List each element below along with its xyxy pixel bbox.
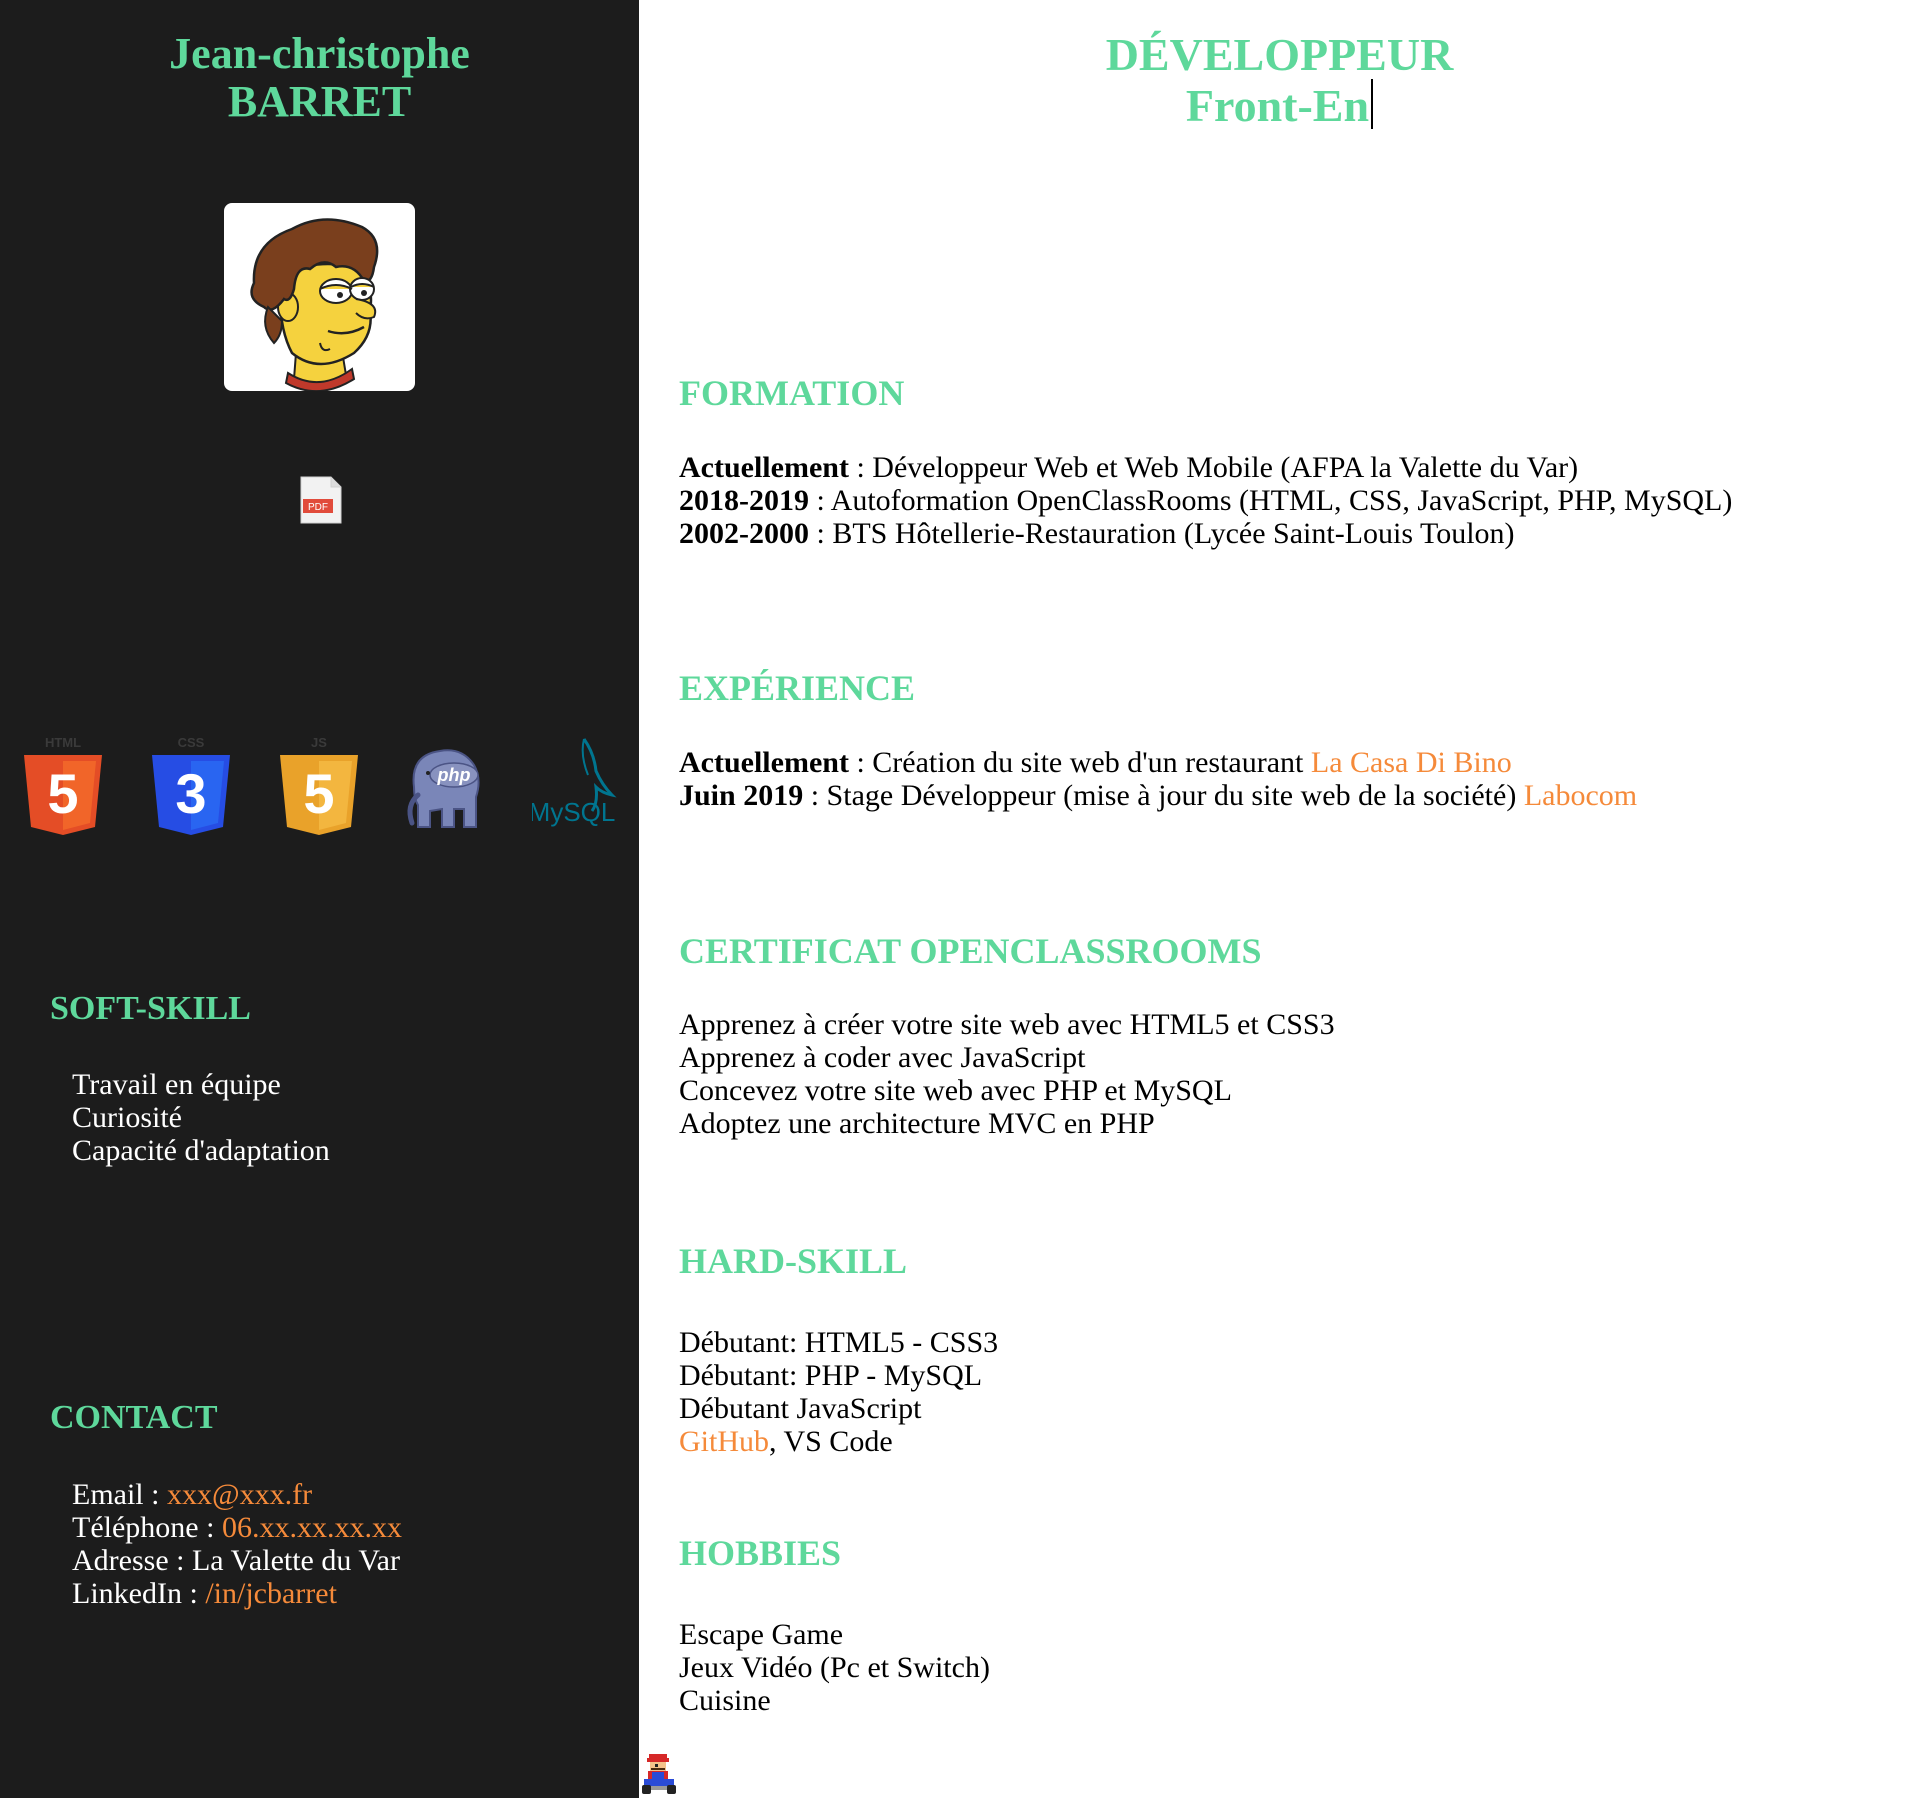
svg-text:5: 5 — [47, 762, 78, 825]
list-item: Adoptez une architecture MVC en PHP — [679, 1107, 1155, 1140]
item-term: Actuellement — [679, 746, 849, 779]
php-logo: php — [402, 735, 488, 835]
soft-skill-list: Travail en équipe Curiosité Capacité d'a… — [72, 1068, 330, 1167]
email-label: Email : — [72, 1478, 167, 1511]
linkedin-label: LinkedIn : — [72, 1577, 206, 1610]
list-item: 2018-2019 : Autoformation OpenClassRooms… — [679, 484, 1732, 517]
sidebar: Jean-christophe BARRET PDF HTML 5 CSS 3 … — [0, 0, 639, 1798]
mario-kart-icon — [641, 1752, 677, 1796]
list-item: Jeux Vidéo (Pc et Switch) — [679, 1651, 990, 1684]
list-item: Escape Game — [679, 1618, 844, 1651]
list-item: Capacité d'adaptation — [72, 1134, 330, 1167]
svg-text:php: php — [437, 765, 471, 785]
hobbies-list: Escape Game Jeux Vidéo (Pc et Switch) Cu… — [679, 1618, 990, 1717]
svg-text:JS: JS — [311, 735, 327, 750]
list-item: Apprenez à créer votre site web avec HTM… — [679, 1008, 1335, 1041]
tech-logos: HTML 5 CSS 3 JS 5 php MySQL — [0, 735, 639, 835]
item-term: 2002-2000 — [679, 517, 809, 550]
svg-text:HTML: HTML — [45, 735, 81, 750]
tools-text: , VS Code — [769, 1425, 893, 1458]
hobbies-heading: HOBBIES — [679, 1533, 842, 1573]
list-item: Concevez votre site web avec PHP et MySQ… — [679, 1074, 1232, 1107]
job-title-line2: Front-En — [1185, 80, 1370, 131]
formation-list: Actuellement : Développeur Web et Web Mo… — [679, 451, 1732, 550]
html5-logo: HTML 5 — [20, 735, 106, 835]
casa-di-bino-link[interactable]: La Casa Di Bino — [1311, 746, 1512, 779]
list-item: GitHub, VS Code — [679, 1425, 998, 1458]
address-label: Adresse : — [72, 1544, 192, 1577]
phone-link[interactable]: 06.xx.xx.xx.xx — [222, 1511, 402, 1544]
hard-skill-heading: HARD-SKILL — [679, 1241, 908, 1281]
contact-address: Adresse : La Valette du Var — [72, 1544, 402, 1577]
person-name: Jean-christophe BARRET — [0, 30, 639, 126]
item-term: Juin 2019 — [679, 779, 804, 812]
item-text: : Création du site web d'un restaurant — [848, 746, 1311, 779]
contact-linkedin: LinkedIn : /in/jcbarret — [72, 1577, 402, 1610]
github-link[interactable]: GitHub — [679, 1425, 769, 1458]
svg-text:3: 3 — [175, 762, 206, 825]
job-title-line2-wrap: Front-En — [639, 79, 1920, 130]
first-name: Jean-christophe — [169, 29, 470, 78]
job-title: DÉVELOPPEUR Front-En — [639, 30, 1920, 130]
list-item: Apprenez à coder avec JavaScript — [679, 1041, 1086, 1074]
main-content: DÉVELOPPEUR Front-En FORMATION Actuellem… — [639, 0, 1920, 1798]
list-item: Curiosité — [72, 1101, 182, 1134]
cartoon-avatar-icon — [250, 218, 379, 391]
list-item: Juin 2019 : Stage Développeur (mise à jo… — [679, 779, 1637, 812]
list-item: Actuellement : Développeur Web et Web Mo… — [679, 451, 1732, 484]
address-value: La Valette du Var — [191, 1544, 400, 1577]
experience-list: Actuellement : Création du site web d'un… — [679, 746, 1637, 812]
item-term: 2018-2019 — [679, 484, 809, 517]
svg-text:PDF: PDF — [308, 502, 328, 513]
last-name: BARRET — [227, 77, 412, 126]
experience-heading: EXPÉRIENCE — [679, 668, 916, 708]
list-item: Cuisine — [679, 1684, 771, 1717]
certificat-heading: CERTIFICAT OPENCLASSROOMS — [679, 931, 1262, 971]
list-item: 2002-2000 : BTS Hôtellerie-Restauration … — [679, 517, 1732, 550]
hard-skill-list: Débutant: HTML5 - CSS3 Débutant: PHP - M… — [679, 1326, 998, 1458]
avatar — [224, 203, 415, 391]
email-link[interactable]: xxx@xxx.fr — [167, 1478, 312, 1511]
linkedin-link[interactable]: /in/jcbarret — [205, 1577, 337, 1610]
item-text: : Développeur Web et Web Mobile (AFPA la… — [848, 451, 1579, 484]
contact-email: Email : xxx@xxx.fr — [72, 1478, 402, 1511]
certificat-list: Apprenez à créer votre site web avec HTM… — [679, 1008, 1335, 1140]
list-item: Débutant: PHP - MySQL — [679, 1359, 983, 1392]
contact-heading: CONTACT — [50, 1399, 218, 1436]
list-item: Actuellement : Création du site web d'un… — [679, 746, 1637, 779]
contact-list: Email : xxx@xxx.fr Téléphone : 06.xx.xx.… — [72, 1478, 402, 1610]
item-text: : Stage Développeur (mise à jour du site… — [803, 779, 1524, 812]
list-item: Débutant JavaScript — [679, 1392, 922, 1425]
css3-logo: CSS 3 — [148, 735, 234, 835]
soft-skill-heading: SOFT-SKILL — [50, 990, 251, 1027]
contact-phone: Téléphone : 06.xx.xx.xx.xx — [72, 1511, 402, 1544]
resume-page: Jean-christophe BARRET PDF HTML 5 CSS 3 … — [0, 0, 1920, 1798]
js-logo: JS 5 — [276, 735, 362, 835]
list-item: Débutant: HTML5 - CSS3 — [679, 1326, 999, 1359]
mysql-logo: MySQL — [529, 735, 618, 835]
svg-text:MySQL: MySQL — [532, 797, 615, 827]
formation-heading: FORMATION — [679, 373, 905, 413]
job-title-line1: DÉVELOPPEUR — [1105, 29, 1454, 80]
list-item: Travail en équipe — [72, 1068, 281, 1101]
pdf-icon: PDF — [300, 476, 342, 524]
item-text: : BTS Hôtellerie-Restauration (Lycée Sai… — [809, 517, 1515, 550]
pdf-download-link[interactable]: PDF — [295, 475, 345, 525]
item-term: Actuellement — [679, 451, 849, 484]
svg-text:5: 5 — [303, 762, 334, 825]
phone-label: Téléphone : — [72, 1511, 222, 1544]
svg-text:CSS: CSS — [178, 735, 205, 750]
item-text: : Autoformation OpenClassRooms (HTML, CS… — [809, 484, 1733, 517]
typing-cursor — [1371, 79, 1374, 129]
labocom-link[interactable]: Labocom — [1524, 779, 1637, 812]
